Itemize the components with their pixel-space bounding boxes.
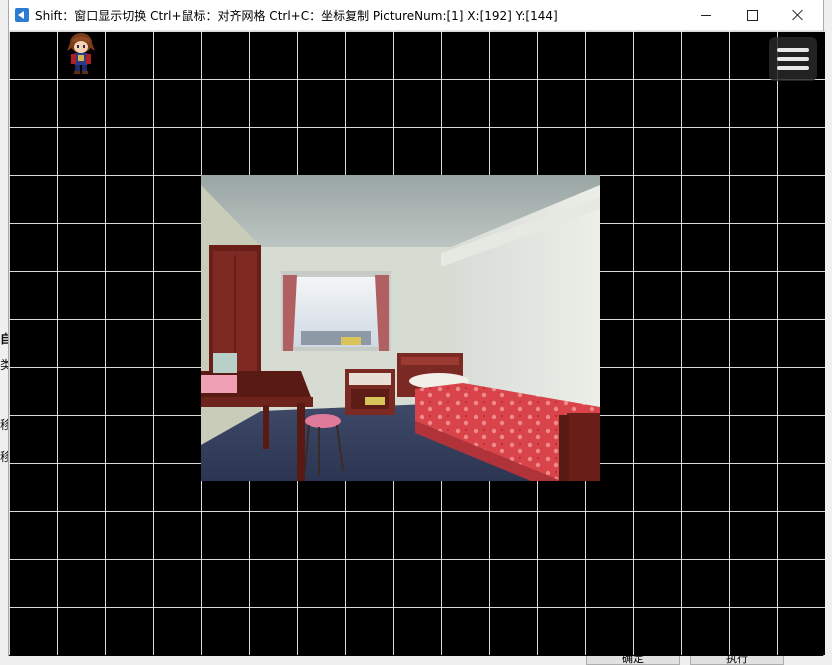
minimize-icon [701, 14, 711, 16]
character-sprite-icon[interactable] [63, 31, 99, 75]
menu-icon-bar [777, 66, 809, 70]
minimize-button[interactable] [683, 0, 729, 30]
close-button[interactable] [775, 0, 821, 30]
bedroom-picture[interactable] [201, 175, 600, 481]
menu-icon-bar [777, 57, 809, 61]
maximize-icon [746, 9, 758, 21]
menu-icon-bar [777, 48, 809, 52]
menu-button[interactable] [769, 37, 817, 81]
title-bar[interactable]: Shift：窗口显示切换 Ctrl+鼠标：对齐网格 Ctrl+C：坐标复制 Pi… [9, 0, 823, 31]
app-icon [15, 8, 29, 22]
maximize-button[interactable] [729, 0, 775, 30]
game-grid-canvas[interactable] [9, 31, 825, 655]
window-title: Shift：窗口显示切换 Ctrl+鼠标：对齐网格 Ctrl+C：坐标复制 Pi… [35, 9, 558, 23]
close-icon [792, 9, 804, 21]
app-window: Shift：窗口显示切换 Ctrl+鼠标：对齐网格 Ctrl+C：坐标复制 Pi… [8, 0, 825, 656]
